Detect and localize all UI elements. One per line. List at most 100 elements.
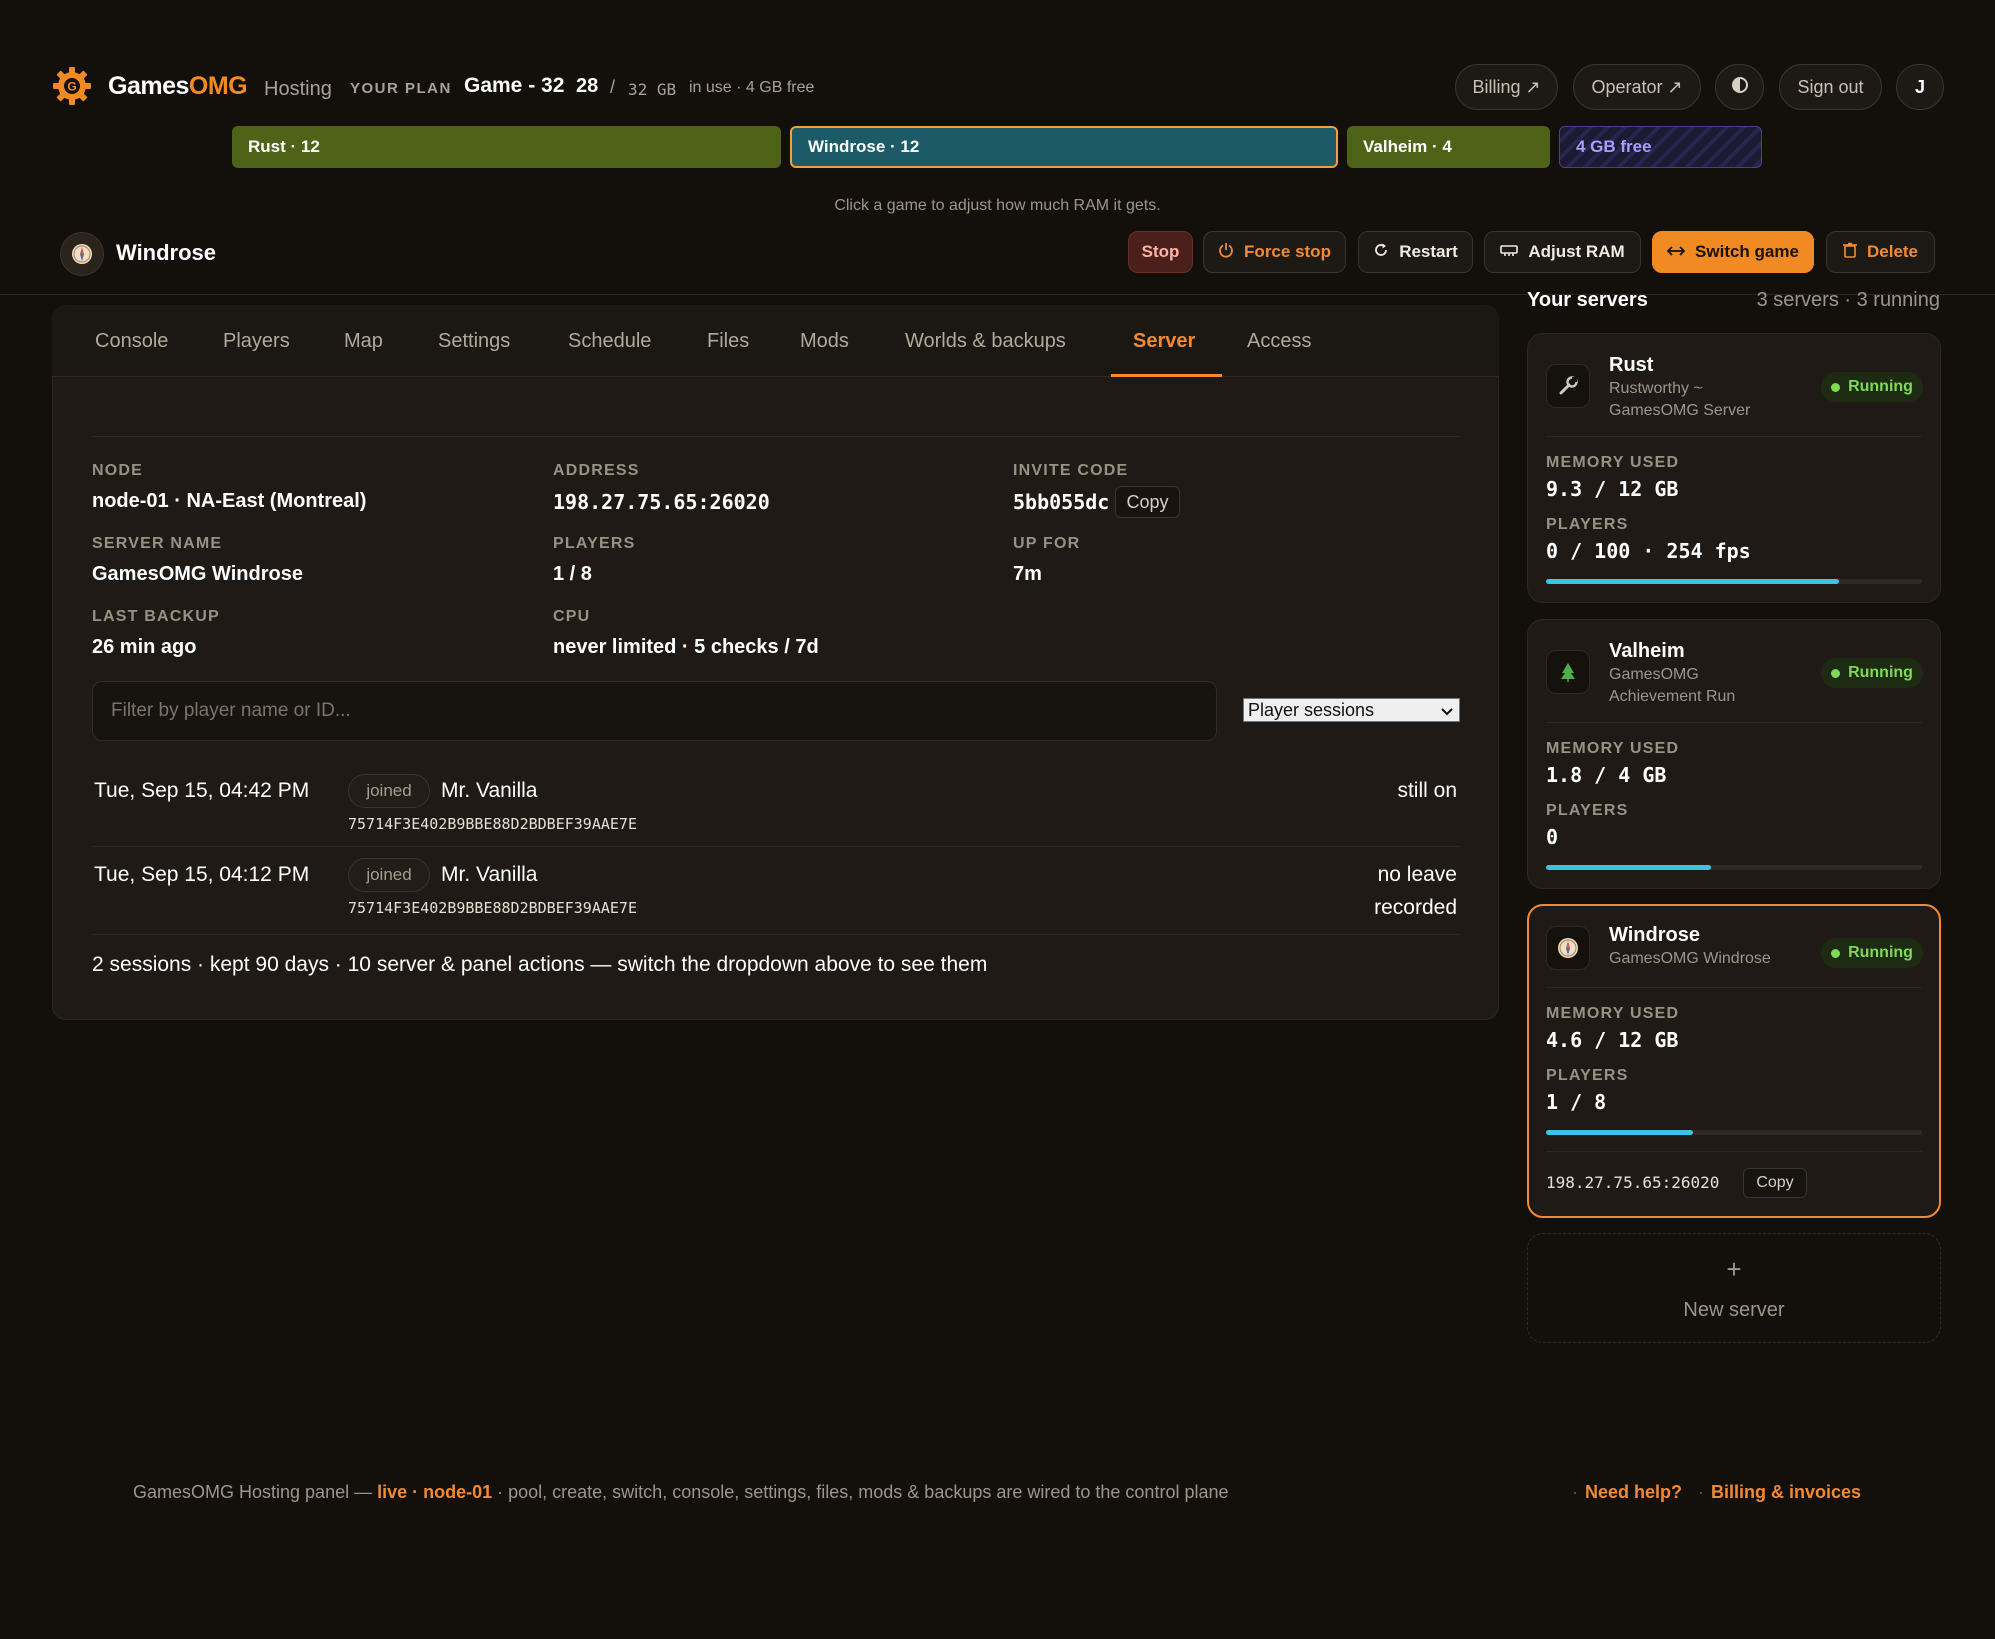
plus-icon: + xyxy=(1726,1254,1742,1284)
log-type-select[interactable]: Player sessions xyxy=(1243,698,1460,722)
brand-name[interactable]: GamesOMG xyxy=(108,72,248,101)
tab-worlds-backups[interactable]: Worlds & backups xyxy=(905,330,1066,353)
status-dot-icon xyxy=(1831,668,1841,678)
brand-subtitle: Hosting xyxy=(264,78,332,100)
card-divider xyxy=(1546,987,1922,988)
address-label: ADDRESS xyxy=(553,462,640,479)
billing-button[interactable]: Billing ↗ xyxy=(1455,64,1558,110)
players-value: 0 xyxy=(1546,825,1559,849)
adjust-ram-button[interactable]: Adjust RAM xyxy=(1484,231,1641,273)
plan-used: 28 xyxy=(576,75,599,97)
memory-used-label: MEMORY USED xyxy=(1546,740,1680,757)
need-help-link[interactable]: Need help? xyxy=(1585,1482,1682,1503)
session-event-badge: joined xyxy=(348,858,430,892)
tab-access[interactable]: Access xyxy=(1247,330,1311,353)
players-value: 1 / 8 xyxy=(1546,1090,1607,1114)
switch-game-label: Switch game xyxy=(1695,242,1799,261)
switch-game-button[interactable]: Switch game xyxy=(1652,231,1814,273)
server-card-rust[interactable]: Rust Rustworthy ~ GamesOMG Server Runnin… xyxy=(1527,333,1941,603)
trash-icon xyxy=(1842,242,1857,263)
session-status: still on xyxy=(1397,779,1457,802)
delete-button[interactable]: Delete xyxy=(1826,231,1935,273)
tab-settings[interactable]: Settings xyxy=(438,330,510,353)
tab-console[interactable]: Console xyxy=(95,330,168,353)
tab-files[interactable]: Files xyxy=(707,330,749,353)
usage-bar-fill xyxy=(1546,579,1840,584)
restart-button[interactable]: Restart xyxy=(1358,231,1473,273)
your-servers-title: Your servers xyxy=(1527,289,1648,311)
invite-code-label: INVITE CODE xyxy=(1013,462,1129,479)
running-status-badge: Running xyxy=(1821,372,1923,402)
address-value: 198.27.75.65:26020 xyxy=(553,490,770,514)
plan-slash: / xyxy=(610,77,616,97)
tab-players[interactable]: Players xyxy=(223,330,290,353)
status-dot-icon xyxy=(1831,948,1841,958)
compass-icon xyxy=(1546,926,1590,970)
server-card-valheim[interactable]: Valheim GamesOMG Achievement Run Running… xyxy=(1527,619,1941,889)
theme-toggle-button[interactable] xyxy=(1715,64,1764,110)
session-player-name[interactable]: Mr. Vanilla xyxy=(441,779,537,803)
last-backup-label: LAST BACKUP xyxy=(92,608,220,625)
status-label: Running xyxy=(1848,944,1913,961)
sessions-summary: 2 sessions · kept 90 days · 10 server & … xyxy=(92,953,988,976)
session-date: Tue, Sep 15, 04:42 PM xyxy=(94,779,310,802)
server-card-subtitle: GamesOMG xyxy=(1609,666,1699,683)
session-player-name[interactable]: Mr. Vanilla xyxy=(441,863,537,887)
server-card-windrose[interactable]: Windrose GamesOMG Windrose Running MEMOR… xyxy=(1527,904,1941,1218)
server-name-label: SERVER NAME xyxy=(92,535,223,552)
plan-info: in use · 4 GB free xyxy=(689,79,815,96)
node-label: NODE xyxy=(92,462,144,479)
memory-chip-icon xyxy=(1500,242,1519,262)
memory-used-value: 9.3 / 12 GB xyxy=(1546,477,1679,501)
svg-text:G: G xyxy=(67,80,76,94)
your-servers-count: 3 servers · 3 running xyxy=(1756,289,1940,311)
sign-out-button[interactable]: Sign out xyxy=(1779,64,1882,110)
adjust-ram-label: Adjust RAM xyxy=(1528,242,1625,261)
footer-separator: · xyxy=(1698,1482,1704,1502)
ram-hint: Click a game to adjust how much RAM it g… xyxy=(834,197,1161,214)
session-player-id: 75714F3E402B9BBE88D2BDBEF39AAE7E xyxy=(348,815,637,833)
session-status: no leave xyxy=(1377,863,1457,886)
stop-button[interactable]: Stop xyxy=(1128,231,1193,273)
player-filter-input[interactable] xyxy=(92,681,1217,741)
usage-bar xyxy=(1546,579,1922,584)
tab-mods[interactable]: Mods xyxy=(800,330,849,353)
running-status-badge: Running xyxy=(1821,658,1923,688)
ram-segment-rust[interactable]: Rust · 12 xyxy=(232,126,781,168)
ram-segment-valheim[interactable]: Valheim · 4 xyxy=(1347,126,1550,168)
session-player-id: 75714F3E402B9BBE88D2BDBEF39AAE7E xyxy=(348,899,637,917)
card-divider xyxy=(1546,722,1922,723)
force-stop-button[interactable]: Force stop xyxy=(1203,231,1346,273)
user-avatar[interactable]: J xyxy=(1896,64,1944,110)
invite-code-value: 5bb055dc xyxy=(1013,490,1110,514)
tree-icon xyxy=(1546,650,1590,694)
players-label: PLAYERS xyxy=(1546,802,1629,819)
header-divider xyxy=(0,294,1995,295)
server-card-name: Valheim xyxy=(1609,640,1685,662)
tab-map[interactable]: Map xyxy=(344,330,383,353)
new-server-button[interactable]: + New server xyxy=(1527,1233,1941,1343)
new-server-label: New server xyxy=(1683,1299,1785,1321)
server-card-subtitle-2: GamesOMG Server xyxy=(1609,402,1751,419)
copy-address-button[interactable]: Copy xyxy=(1743,1168,1807,1198)
plan-total: 32 GB xyxy=(628,80,677,99)
plan-name: Game - 32 xyxy=(464,74,565,97)
uptime-label: UP FOR xyxy=(1013,535,1081,552)
ram-segment-free[interactable]: 4 GB free xyxy=(1559,126,1762,168)
tab-schedule[interactable]: Schedule xyxy=(568,330,651,353)
restart-label: Restart xyxy=(1399,242,1458,261)
uptime-value: 7m xyxy=(1013,563,1042,585)
swap-arrows-icon xyxy=(1666,242,1686,262)
server-name-value: GamesOMG Windrose xyxy=(92,563,303,585)
memory-used-label: MEMORY USED xyxy=(1546,1005,1680,1022)
operator-button[interactable]: Operator ↗ xyxy=(1573,64,1701,110)
ram-segment-windrose[interactable]: Windrose · 12 xyxy=(790,126,1338,168)
tab-server[interactable]: Server xyxy=(1133,330,1195,353)
copy-invite-button[interactable]: Copy xyxy=(1115,486,1180,518)
card-divider xyxy=(1546,436,1922,437)
session-date: Tue, Sep 15, 04:12 PM xyxy=(94,863,310,886)
billing-invoices-link[interactable]: Billing & invoices xyxy=(1711,1482,1861,1503)
usage-bar xyxy=(1546,865,1922,870)
server-card-name: Windrose xyxy=(1609,924,1700,946)
cpu-label: CPU xyxy=(553,608,591,625)
